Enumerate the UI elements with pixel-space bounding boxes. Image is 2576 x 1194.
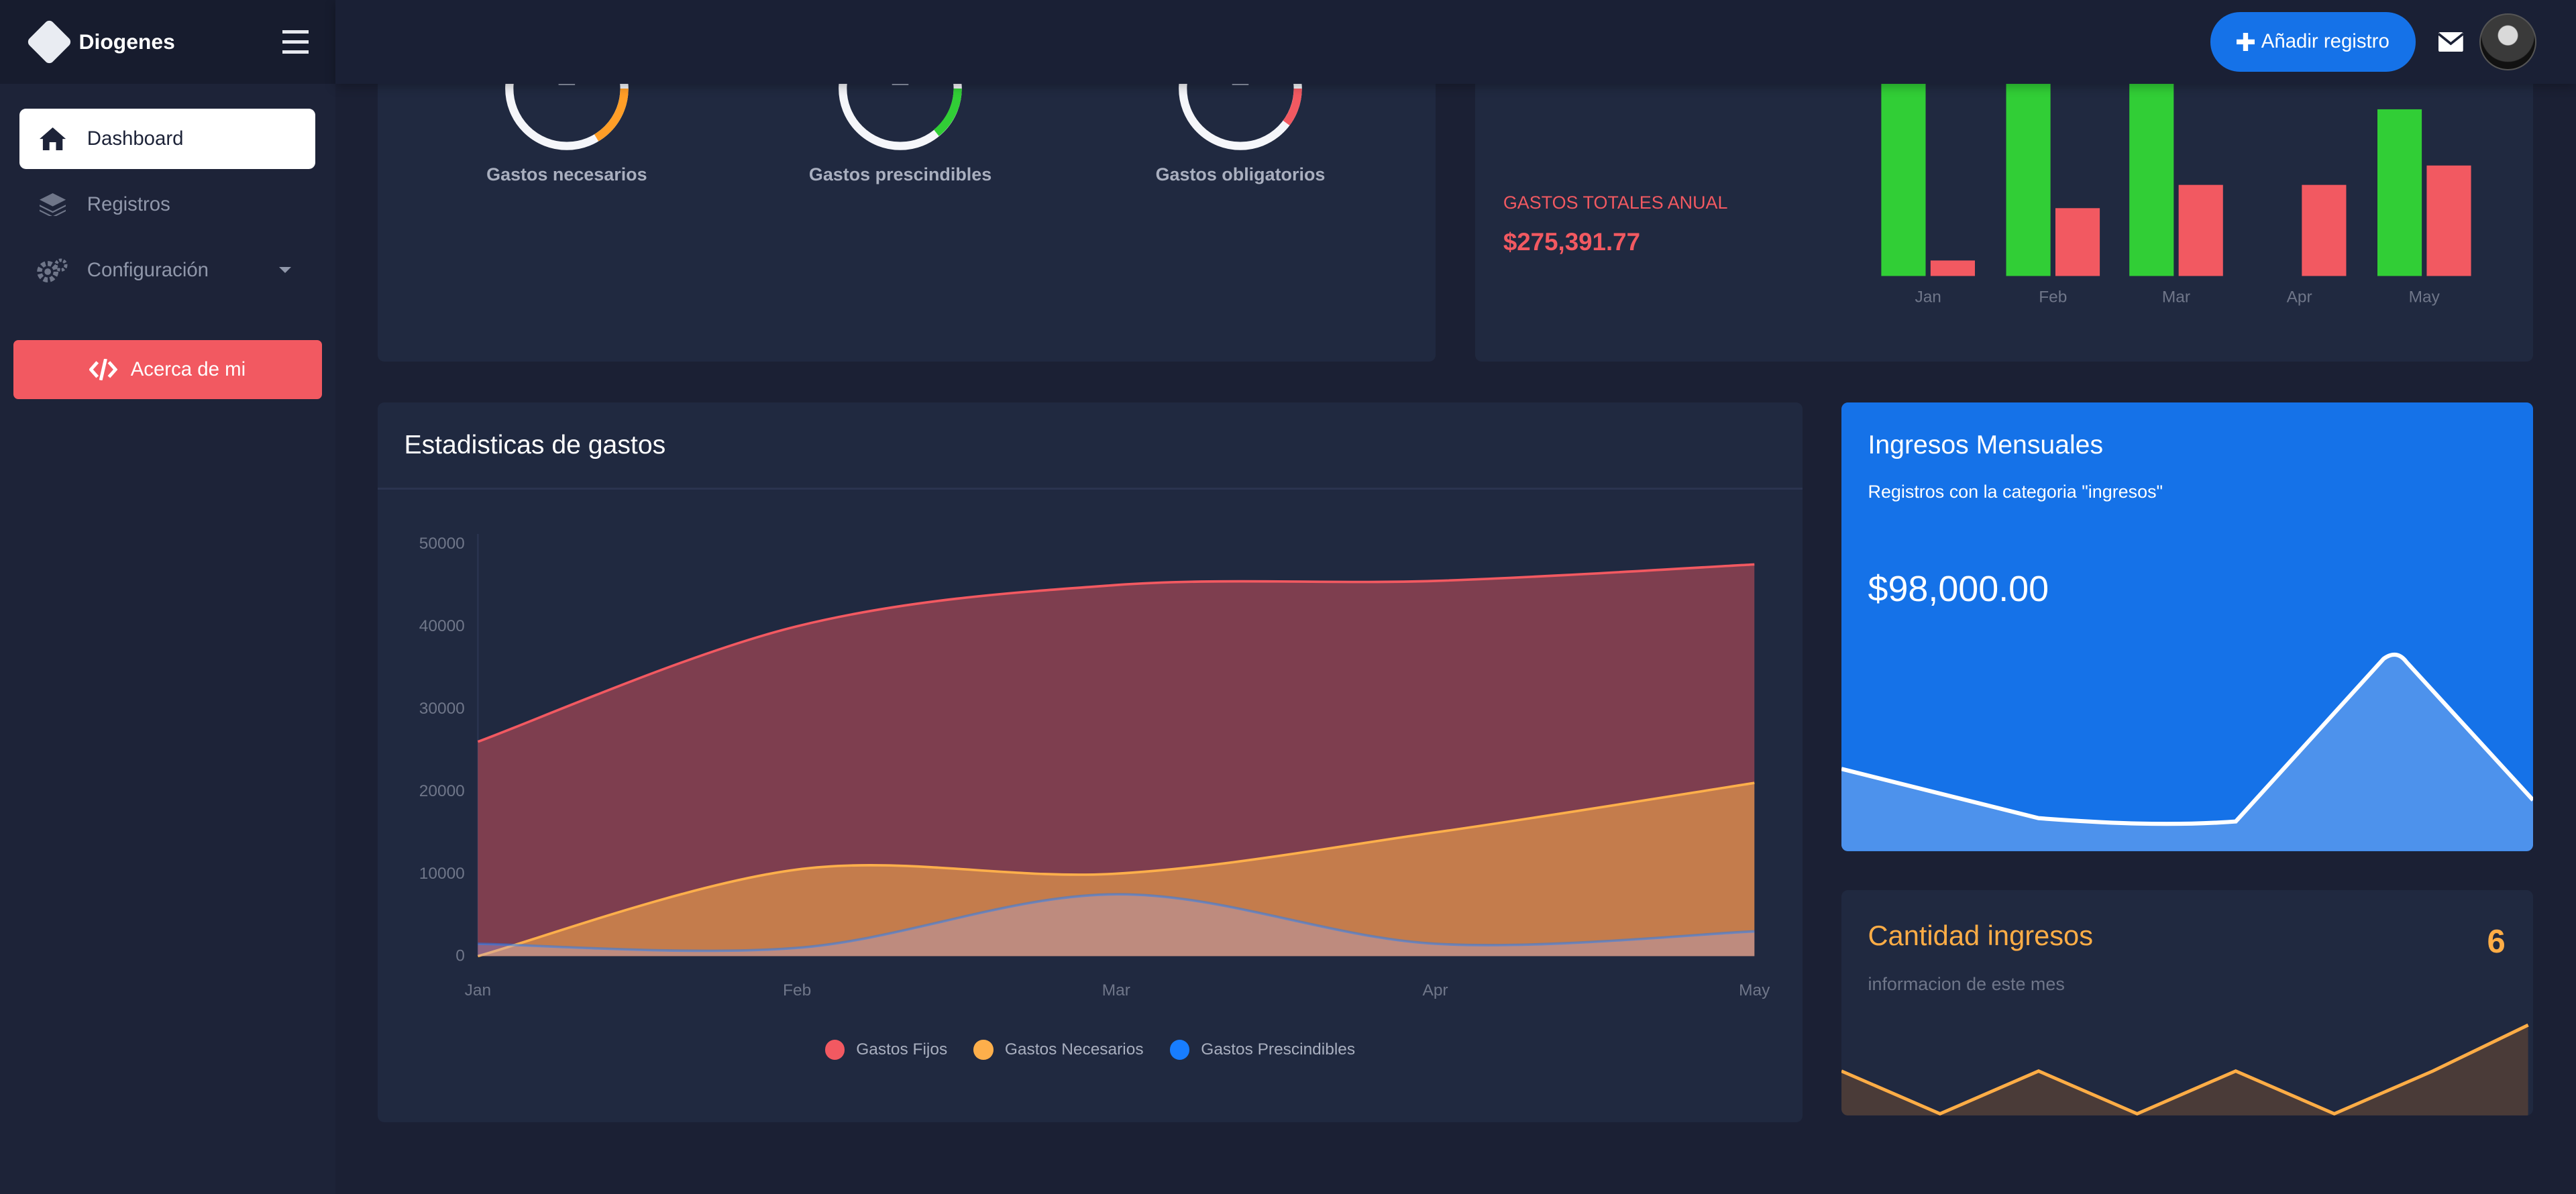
app-name: Diogenes xyxy=(78,29,175,54)
gauge-label: Gastos necesarios xyxy=(486,164,647,184)
sidebar: Diogenes Dashboard Registros Configuraci… xyxy=(0,0,335,1194)
legend-item[interactable]: Gastos Fijos xyxy=(824,1040,948,1060)
y-tick-label: 50000 xyxy=(419,535,465,553)
x-tick-label: Jan xyxy=(1915,288,1941,307)
monthly-income-title: Ingresos Mensuales xyxy=(1868,430,2104,459)
monthly-income-card: Ingresos Mensuales Registros con la cate… xyxy=(1841,402,2534,851)
divider xyxy=(378,488,1803,490)
bar xyxy=(2302,184,2347,276)
income-count-area xyxy=(1841,1025,2528,1116)
sidebar-item-label: Configuración xyxy=(87,258,209,281)
y-tick-label: 0 xyxy=(455,947,465,965)
chart-legend: Gastos Fijos Gastos Necesarios Gastos Pr… xyxy=(378,1040,1802,1060)
sidebar-item-label: Registros xyxy=(87,193,170,215)
x-tick-label: Apr xyxy=(2286,288,2312,307)
y-tick-label: 30000 xyxy=(419,700,465,718)
y-tick-label: 20000 xyxy=(419,782,465,800)
x-tick-label: Jan xyxy=(465,981,491,999)
legend-item[interactable]: Gastos Necesarios xyxy=(973,1040,1144,1060)
legend-dot xyxy=(973,1040,994,1060)
user-avatar[interactable] xyxy=(2479,13,2537,70)
gauge-label: Gastos obligatorios xyxy=(1155,164,1326,184)
logo-icon xyxy=(25,18,73,66)
gauge-label: Gastos prescindibles xyxy=(808,164,992,184)
x-tick-label: Mar xyxy=(1102,981,1130,999)
chevron-down-icon xyxy=(278,267,291,273)
code-icon xyxy=(89,359,118,380)
bar xyxy=(2006,82,2051,276)
sidebar-nav: Dashboard Registros Configuración xyxy=(0,84,335,330)
gears-icon xyxy=(36,257,69,283)
income-count-card: Cantidad ingresos 6 informacion de este … xyxy=(1841,890,2534,1116)
expenses-area-chart: 0 10000 20000 30000 40000 50000 Jan Feb Mar Apr Ma… xyxy=(419,533,1770,999)
plus-icon xyxy=(2237,32,2255,51)
x-tick-label: Feb xyxy=(2039,288,2067,307)
x-tick-label: May xyxy=(2408,288,2440,307)
sidebar-item-dashboard[interactable]: Dashboard xyxy=(19,108,316,170)
bar xyxy=(2178,184,2223,276)
income-count-value: 6 xyxy=(2487,924,2506,961)
sidebar-item-registros[interactable]: Registros xyxy=(19,174,315,235)
about-button-label: Acerca de mi xyxy=(130,358,246,380)
income-count-subtitle: informacion de este mes xyxy=(1868,974,2065,995)
app-logo[interactable]: Diogenes xyxy=(25,18,175,66)
legend-label: Gastos Prescindibles xyxy=(1201,1040,1356,1059)
home-icon xyxy=(36,125,69,152)
legend-dot xyxy=(824,1040,845,1060)
menu-toggle-icon[interactable] xyxy=(282,30,309,54)
x-tick-label: Feb xyxy=(783,981,811,999)
income-sparkline xyxy=(1841,652,2534,851)
legend-dot xyxy=(1169,1040,1190,1060)
expenses-stats-card: Estadisticas de gastos 0 10000 20000 30000 4… xyxy=(378,402,1803,1122)
income-count-title: Cantidad ingresos xyxy=(1868,920,2094,952)
sidebar-item-label: Dashboard xyxy=(87,127,184,150)
bar xyxy=(1881,82,1926,276)
y-tick-label: 40000 xyxy=(419,617,465,635)
bar xyxy=(2426,165,2471,276)
about-button[interactable]: Acerca de mi xyxy=(13,339,323,400)
sidebar-item-configuracion[interactable]: Configuración xyxy=(19,240,315,301)
income-count-sparkline xyxy=(1841,1023,2530,1116)
monthly-income-subtitle: Registros con la categoria "ingresos" xyxy=(1868,481,2163,502)
layers-icon xyxy=(36,191,69,217)
bar xyxy=(2377,109,2422,276)
bar xyxy=(2055,208,2100,276)
bar xyxy=(1930,260,1975,276)
add-record-button[interactable]: Añadir registro xyxy=(2210,12,2416,72)
x-tick-label: Mar xyxy=(2162,288,2190,307)
y-tick-label: 10000 xyxy=(419,865,465,883)
expenses-stats-title: Estadisticas de gastos xyxy=(404,430,666,459)
bar xyxy=(2129,82,2174,276)
x-tick-label: May xyxy=(1739,981,1770,999)
legend-label: Gastos Fijos xyxy=(856,1040,948,1059)
legend-item[interactable]: Gastos Prescindibles xyxy=(1169,1040,1356,1060)
sidebar-header: Diogenes xyxy=(0,0,335,84)
monthly-income-value: $98,000.00 xyxy=(1868,569,2049,610)
topbar: Añadir registro xyxy=(335,0,2576,84)
annual-total-value: $275,391.77 xyxy=(1503,228,1641,256)
x-tick-label: Apr xyxy=(1423,981,1448,999)
mail-icon[interactable] xyxy=(2438,32,2463,52)
legend-label: Gastos Necesarios xyxy=(1004,1040,1144,1059)
annual-total-title: GASTOS TOTALES ANUAL xyxy=(1503,192,1728,213)
add-record-label: Añadir registro xyxy=(2261,30,2390,53)
